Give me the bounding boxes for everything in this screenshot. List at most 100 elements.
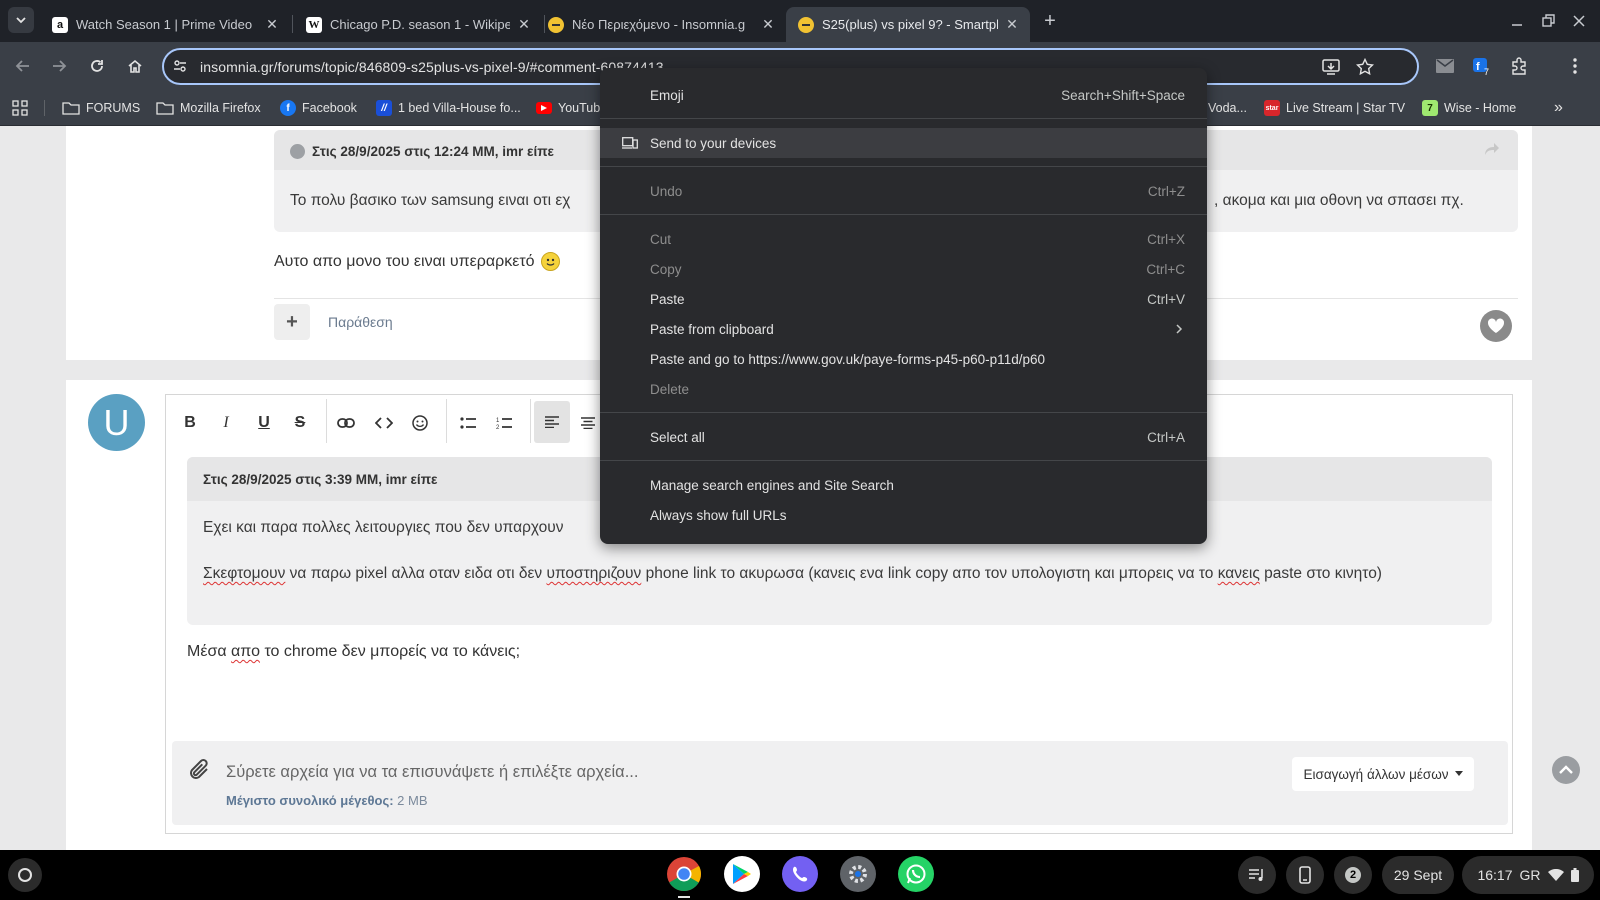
misspelled-word: υποστηριζουν: [546, 565, 642, 582]
tab-insomnia-active[interactable]: S25(plus) vs pixel 9? - Smartph ✕: [786, 7, 1030, 42]
mail-extension-button[interactable]: [1432, 53, 1458, 79]
tab-wikipedia[interactable]: W Chicago P.D. season 1 - Wikipe ✕: [294, 7, 542, 42]
chrome-app[interactable]: [666, 856, 702, 898]
play-store-app[interactable]: [724, 856, 760, 892]
chrome-icon: [667, 857, 701, 891]
notifications-button[interactable]: 2: [1334, 856, 1372, 894]
back-arrow-icon: [15, 60, 29, 72]
bookmark-vodafone[interactable]: Voda...: [1208, 98, 1247, 118]
menu-item-undo[interactable]: Undo Ctrl+Z: [600, 176, 1207, 206]
menu-item-show-full-urls[interactable]: Always show full URLs: [600, 500, 1207, 530]
menu-item-delete[interactable]: Delete: [600, 374, 1207, 404]
home-button[interactable]: [122, 53, 148, 79]
bookmark-star-tv[interactable]: star Live Stream | Star TV: [1264, 98, 1405, 118]
bookmark-forums[interactable]: FORUMS: [62, 98, 140, 118]
go-to-quote-icon[interactable]: [1484, 142, 1500, 156]
battery-icon: [1570, 868, 1579, 882]
align-left-button[interactable]: [534, 401, 570, 443]
star-tv-icon: star: [1264, 100, 1280, 116]
youtube-icon: [536, 102, 552, 114]
date-tray[interactable]: 29 Sept: [1382, 856, 1454, 894]
code-button[interactable]: [368, 407, 400, 439]
toolbar-divider: [446, 399, 447, 443]
editor-text[interactable]: Μέσα απο το chrome δεν μπορείς να το κάν…: [187, 643, 520, 661]
menu-item-send-to-devices[interactable]: Send to your devices: [600, 128, 1207, 158]
bookmark-facebook[interactable]: f Facebook: [280, 98, 357, 118]
underline-button[interactable]: U: [248, 407, 280, 439]
launcher-button[interactable]: [8, 858, 42, 892]
tab-search-button[interactable]: [8, 7, 34, 33]
tab-insomnia-new[interactable]: Νέο Περιεχόμενο - Insomnia.g ✕: [536, 7, 786, 42]
forward-button[interactable]: [46, 53, 72, 79]
menu-item-cut[interactable]: Cut Ctrl+X: [600, 224, 1207, 254]
misspelled-word: Σκεφτομουν: [203, 565, 286, 582]
bookmark-mozilla-firefox[interactable]: Mozilla Firefox: [156, 98, 261, 118]
notification-count: 2: [1345, 867, 1361, 883]
viber-app[interactable]: [782, 856, 818, 892]
emoji-button[interactable]: [404, 407, 436, 439]
tab-strip: a Watch Season 1 | Prime Video ✕ W Chica…: [0, 0, 1600, 42]
more-bookmarks-button[interactable]: »: [1554, 98, 1563, 118]
menu-item-paste-from-clipboard[interactable]: Paste from clipboard: [600, 314, 1207, 344]
tab-title: Watch Season 1 | Prime Video: [76, 17, 253, 32]
align-center-icon: [581, 417, 595, 429]
attachment-dropzone[interactable]: Σύρετε αρχεία για να τα επισυνάψετε ή επ…: [172, 741, 1508, 825]
apps-button[interactable]: [12, 98, 28, 118]
minimize-button[interactable]: [1504, 8, 1530, 34]
italic-button[interactable]: I: [210, 407, 242, 439]
quote-button[interactable]: Παράθεση: [328, 314, 393, 330]
mail-icon: [1436, 59, 1454, 73]
numbered-list-button[interactable]: 12: [488, 407, 520, 439]
bookmark-youtube[interactable]: YouTub: [536, 98, 600, 118]
settings-app[interactable]: [840, 856, 876, 892]
back-button[interactable]: [10, 53, 36, 79]
extension-button[interactable]: f 7: [1468, 53, 1494, 79]
attach-instructions[interactable]: Σύρετε αρχεία για να τα επισυνάψετε ή επ…: [226, 763, 638, 782]
bookmark-label: Wise - Home: [1444, 101, 1517, 115]
tab-close-icon[interactable]: ✕: [516, 16, 532, 33]
phone-hub-button[interactable]: [1286, 856, 1324, 894]
bookmark-star-button[interactable]: [1356, 58, 1374, 76]
tab-close-icon[interactable]: ✕: [1004, 16, 1020, 33]
bookmark-booking[interactable]: // 1 bed Villa-House fo...: [376, 98, 521, 118]
tab-close-icon[interactable]: ✕: [760, 16, 776, 33]
menu-item-paste[interactable]: Paste Ctrl+V: [600, 284, 1207, 314]
menu-item-select-all[interactable]: Select all Ctrl+A: [600, 422, 1207, 452]
media-controls-button[interactable]: [1238, 856, 1276, 894]
whatsapp-app[interactable]: [898, 856, 934, 892]
scroll-to-top-button[interactable]: [1552, 756, 1580, 784]
reload-button[interactable]: [84, 53, 110, 79]
tab-prime-video[interactable]: a Watch Season 1 | Prime Video ✕: [40, 7, 290, 42]
menu-item-paste-and-go[interactable]: Paste and go to https://www.gov.uk/paye-…: [600, 344, 1207, 374]
status-tray[interactable]: 16:17 GR: [1462, 856, 1594, 894]
menu-item-label: Paste and go to https://www.gov.uk/paye-…: [650, 351, 1045, 367]
bullet-list-button[interactable]: [452, 407, 484, 439]
link-button[interactable]: [330, 407, 362, 439]
menu-item-label: Paste from clipboard: [650, 321, 774, 337]
max-size-info: Μέγιστο συνολικό μέγεθος: 2 MB: [226, 793, 428, 808]
strikethrough-button[interactable]: S: [284, 407, 316, 439]
extensions-menu-button[interactable]: [1506, 53, 1532, 79]
new-tab-button[interactable]: +: [1038, 9, 1062, 33]
multiquote-button[interactable]: +: [274, 304, 310, 340]
quote-collapse-icon[interactable]: [290, 144, 305, 159]
menu-item-label: Always show full URLs: [650, 507, 787, 523]
wise-icon: 7: [1422, 100, 1438, 116]
site-info-button[interactable]: [172, 58, 188, 74]
post-body: Αυτο απο μονο του ειναι υπεραρκετό: [274, 252, 560, 271]
menu-item-manage-search-engines[interactable]: Manage search engines and Site Search: [600, 470, 1207, 500]
insert-media-button[interactable]: Εισαγωγή άλλων μέσων: [1292, 757, 1474, 791]
menu-item-copy[interactable]: Copy Ctrl+C: [600, 254, 1207, 284]
tab-close-icon[interactable]: ✕: [264, 16, 280, 33]
install-app-button[interactable]: [1322, 58, 1340, 76]
chrome-menu-button[interactable]: [1562, 53, 1588, 79]
reload-icon: [91, 60, 103, 72]
date-text: 29 Sept: [1393, 867, 1443, 883]
bookmark-wise[interactable]: 7 Wise - Home: [1422, 98, 1516, 118]
close-window-button[interactable]: [1566, 8, 1592, 34]
restore-button[interactable]: [1536, 8, 1562, 34]
reaction-button[interactable]: [1480, 310, 1512, 342]
avatar[interactable]: U: [88, 394, 145, 451]
menu-item-emoji[interactable]: Emoji Search+Shift+Space: [600, 80, 1207, 110]
bold-button[interactable]: B: [174, 407, 206, 439]
